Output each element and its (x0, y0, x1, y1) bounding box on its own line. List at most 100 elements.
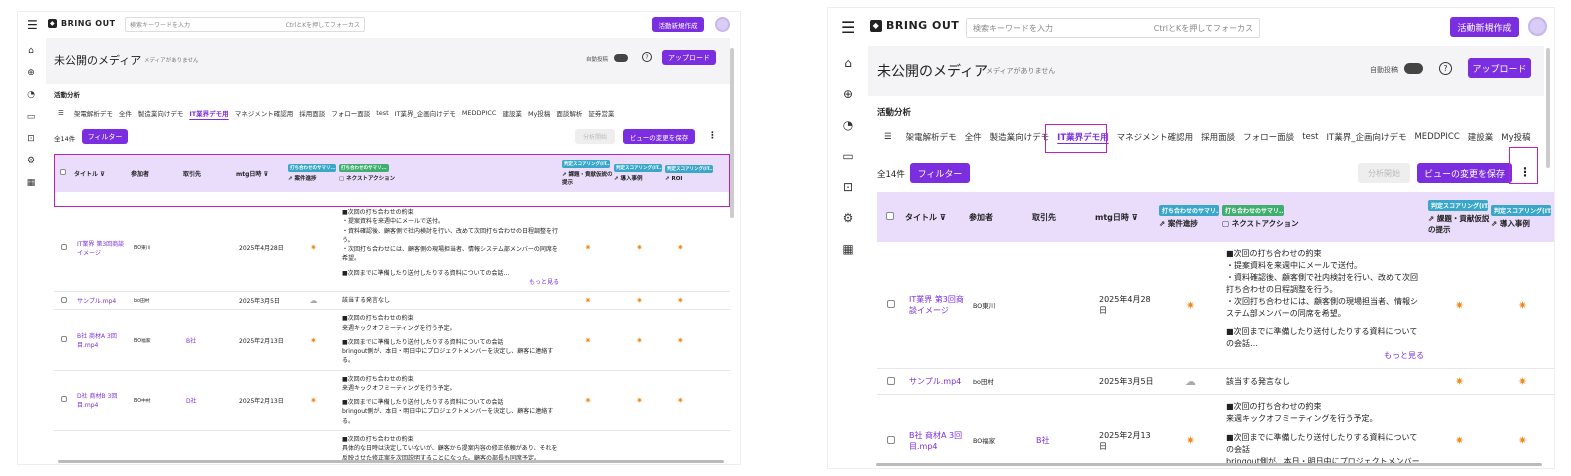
tab-recruit[interactable]: 採用面談 (1201, 131, 1235, 143)
more-options-icon[interactable]: ⋮ (1519, 165, 1531, 179)
tab-meddpicc[interactable]: MEDDPICC (1414, 132, 1459, 142)
select-all-checkbox[interactable] (886, 212, 894, 220)
avatar[interactable] (1528, 17, 1547, 36)
avatar[interactable] (715, 17, 730, 32)
tab-test[interactable]: test (1302, 132, 1318, 142)
upload-button[interactable]: アップロード (662, 50, 716, 65)
vertical-scrollbar[interactable] (730, 48, 734, 218)
menu-icon[interactable]: ☰ (841, 18, 855, 37)
table-row[interactable]: サンプル.mp4bo田村2025年3月5日☁該当する発言なし✷✷✷ (54, 291, 730, 311)
col-date[interactable]: mtg日時 ⊽ (236, 154, 288, 192)
download-icon[interactable]: ⊡ (27, 134, 35, 144)
tab-it-demo[interactable]: IT業界デモ用 (1057, 131, 1108, 143)
client-link[interactable]: D社 (186, 398, 197, 405)
gauge-icon[interactable]: ◔ (843, 118, 853, 132)
upload-button[interactable]: アップロード (1468, 58, 1531, 78)
col-title[interactable]: タイトル ⊽ (74, 154, 131, 192)
tab-manufacturing[interactable]: 製造業向けデモ (990, 131, 1050, 143)
col-title[interactable]: タイトル ⊽ (905, 192, 969, 242)
new-activity-button[interactable]: 活動新規作成 (1450, 17, 1519, 37)
tab-all[interactable]: 全件 (965, 131, 982, 143)
row-checkbox[interactable] (61, 243, 67, 250)
table-row[interactable]: IT業界 第3回商談イメージ BO東川 2025年4月28日 ✷ ■次回の打ち合わせの約… (877, 242, 1554, 370)
row-checkbox[interactable] (61, 296, 67, 303)
save-view-button[interactable]: ビューの変更を保存 (1417, 163, 1512, 183)
tab-follow[interactable]: フォロー面談 (331, 108, 370, 118)
settings-icon[interactable]: ⚙ (27, 156, 35, 166)
row-checkbox[interactable] (887, 300, 895, 309)
vertical-scrollbar[interactable] (1546, 48, 1550, 168)
tab-it-planning[interactable]: IT業界_企画向けデモ (395, 108, 456, 118)
row-checkbox[interactable] (887, 435, 895, 444)
tab-it-demo[interactable]: IT業界デモ用 (189, 108, 228, 118)
analyze-button[interactable]: 分析開始 (1358, 163, 1410, 183)
auto-post-toggle[interactable] (614, 54, 628, 62)
settings-icon[interactable]: ⚙ (843, 211, 854, 225)
analyze-button[interactable]: 分析開始 (575, 129, 615, 144)
save-view-button[interactable]: ビューの変更を保存 (623, 129, 695, 144)
show-more-link[interactable]: もっと見る (342, 278, 559, 287)
more-options-icon[interactable]: ⋮ (708, 131, 717, 141)
horizontal-scrollbar[interactable] (58, 460, 724, 463)
title-link[interactable]: B社 商材A 3回目.mp4 (909, 431, 962, 451)
tab-all[interactable]: 全件 (119, 108, 132, 118)
tab-construction[interactable]: 建設業 (1468, 131, 1494, 143)
logo[interactable]: ◆ BRING OUT (870, 19, 959, 32)
tab-interview-analysis[interactable]: 面談解析 (556, 108, 582, 118)
tab-meddpicc[interactable]: MEDDPICC (462, 109, 497, 117)
col-date[interactable]: mtg日時 ⊽ (1095, 192, 1159, 242)
tab-call-analysis[interactable]: 架電解析デモ (74, 108, 113, 118)
filter-button[interactable]: フィルター (910, 163, 970, 183)
tab-follow[interactable]: フォロー面談 (1243, 131, 1294, 143)
menu-icon[interactable]: ☰ (27, 18, 38, 32)
logo[interactable]: ◆ BRING OUT (48, 19, 116, 28)
zoom-icon[interactable]: ⊕ (843, 87, 853, 101)
tab-manufacturing[interactable]: 製造業向けデモ (138, 108, 184, 118)
search-input[interactable]: 検索キーワードを入力 CtrlとKを押してフォーカス (125, 17, 365, 32)
tab-management[interactable]: マネジメント確認用 (235, 108, 294, 118)
table-row[interactable]: B社 商材A 3回目.mp4 BO福家 B社 2025年2月13日 ✷ ■次回の打ち合わせ… (54, 309, 730, 371)
select-all-checkbox[interactable] (60, 169, 66, 175)
title-link[interactable]: サンプル.mp4 (77, 298, 116, 305)
tab-recruit[interactable]: 採用面談 (299, 108, 325, 118)
new-activity-button[interactable]: 活動新規作成 (652, 17, 704, 32)
home-icon[interactable]: ⌂ (844, 56, 852, 70)
tab-management[interactable]: マネジメント確認用 (1117, 131, 1194, 143)
horizontal-scrollbar[interactable] (876, 463, 1542, 466)
help-icon[interactable]: ? (1439, 62, 1452, 75)
row-checkbox[interactable] (61, 336, 67, 343)
video-icon[interactable]: ▭ (27, 112, 36, 122)
table-row[interactable]: サンプル.mp4bo田村2025年3月5日☁該当する発言なし✷✷✷ (877, 368, 1554, 396)
title-link[interactable]: B社 商材A 3回目.mp4 (77, 333, 117, 349)
table-row[interactable]: B社 商材A 3回目.mp4 BO福家 B社 2025年2月13日 ✷ ■次回の打ち合わせ… (877, 394, 1554, 468)
tab-my-posts[interactable]: My投稿 (1501, 131, 1530, 143)
table-row[interactable]: ■次回の打ち合わせの約束 具体的な日時は決定していないが、顧客から提案内容の修正依… (54, 430, 730, 464)
list-icon[interactable]: ☰ (884, 132, 892, 142)
tab-securities[interactable]: 証券営業 (588, 108, 614, 118)
home-icon[interactable]: ⌂ (28, 46, 34, 56)
gauge-icon[interactable]: ◔ (27, 90, 35, 100)
title-link[interactable]: D社 商材B 3回目.mp4 (77, 393, 117, 409)
title-link[interactable]: サンプル.mp4 (909, 377, 961, 386)
search-input[interactable]: 検索キーワードを入力 CtrlとKを押してフォーカス (966, 18, 1260, 38)
tab-my-posts[interactable]: My投稿 (528, 108, 550, 118)
title-link[interactable]: IT業界 第3回商談イメージ (909, 295, 964, 315)
list-icon[interactable]: ☰ (58, 109, 64, 117)
building-icon[interactable]: ▦ (27, 178, 36, 188)
row-checkbox[interactable] (887, 376, 895, 385)
building-icon[interactable]: ▦ (842, 242, 853, 256)
show-more-link[interactable]: もっと見る (1226, 350, 1424, 362)
table-row[interactable]: IT業界 第3回商談イメージ BO東川 2025年4月28日 ✷ ■次回の打ち合わせの約… (54, 204, 730, 293)
table-row[interactable]: D社 商材B 3回目.mp4 BO中村 D社 2025年2月13日 ✷ ■次回の打ち合わせ… (54, 370, 730, 432)
tab-construction[interactable]: 建設業 (502, 108, 522, 118)
video-icon[interactable]: ▭ (842, 149, 853, 163)
title-link[interactable]: IT業界 第3回商談イメージ (77, 241, 124, 257)
download-icon[interactable]: ⊡ (843, 180, 853, 194)
filter-button[interactable]: フィルター (82, 129, 128, 144)
client-link[interactable]: B社 (1036, 436, 1050, 445)
zoom-icon[interactable]: ⊕ (27, 68, 35, 78)
tab-test[interactable]: test (376, 109, 388, 117)
tab-it-planning[interactable]: IT業界_企画向けデモ (1327, 131, 1407, 143)
row-checkbox[interactable] (61, 396, 67, 403)
auto-post-toggle[interactable] (1404, 63, 1423, 74)
